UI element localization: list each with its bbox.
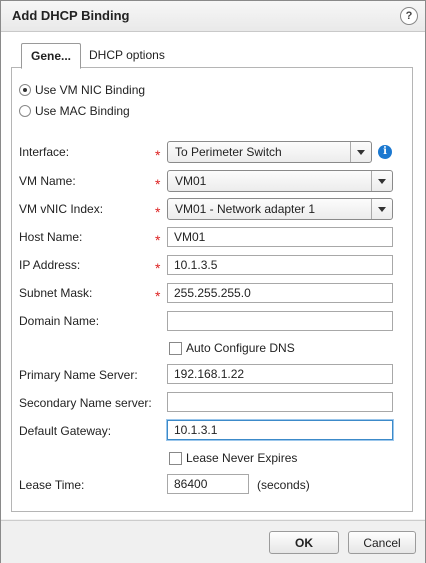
primary-name-server-input[interactable]: 192.168.1.22 (167, 364, 393, 384)
auto-configure-dns-label[interactable]: Auto Configure DNS (186, 341, 295, 355)
cancel-button[interactable]: Cancel (348, 531, 416, 554)
subnet-mask-required-marker: * (155, 288, 161, 304)
lease-never-expires-label[interactable]: Lease Never Expires (186, 451, 297, 465)
ip-address-required-marker: * (155, 260, 161, 276)
lease-never-expires-checkbox[interactable] (169, 452, 182, 465)
vm-name-select[interactable]: VM01 (167, 170, 393, 192)
vm-name-select-value: VM01 (175, 174, 207, 188)
ip-address-input[interactable]: 10.1.3.5 (167, 255, 393, 275)
domain-name-input[interactable] (167, 311, 393, 331)
use-mac-binding-label[interactable]: Use MAC Binding (35, 104, 130, 118)
vm-name-label: VM Name: (19, 174, 76, 188)
vm-vnic-index-select-value: VM01 - Network adapter 1 (175, 202, 316, 216)
primary-name-server-label: Primary Name Server: (19, 368, 138, 382)
vm-vnic-index-label: VM vNIC Index: (19, 202, 104, 216)
default-gateway-input[interactable]: 10.1.3.1 (167, 420, 393, 440)
secondary-name-server-label: Secondary Name server: (19, 396, 152, 410)
chevron-down-icon[interactable] (371, 199, 392, 219)
subnet-mask-input[interactable]: 255.255.255.0 (167, 283, 393, 303)
ok-button[interactable]: OK (269, 531, 339, 554)
vm-vnic-index-required-marker: * (155, 204, 161, 220)
use-vm-nic-binding-label[interactable]: Use VM NIC Binding (35, 83, 145, 97)
secondary-name-server-input[interactable] (167, 392, 393, 412)
auto-configure-dns-checkbox[interactable] (169, 342, 182, 355)
vm-name-required-marker: * (155, 176, 161, 192)
domain-name-label: Domain Name: (19, 314, 100, 328)
interface-select-value: To Perimeter Switch (175, 145, 282, 159)
default-gateway-label: Default Gateway: (19, 424, 112, 438)
ip-address-label: IP Address: (19, 258, 81, 272)
add-dhcp-binding-dialog: Add DHCP Binding ? Gene... DHCP options … (0, 0, 426, 563)
chevron-down-icon[interactable] (371, 171, 392, 191)
host-name-required-marker: * (155, 232, 161, 248)
chevron-down-icon[interactable] (350, 142, 371, 162)
host-name-label: Host Name: (19, 230, 83, 244)
lease-time-unit: (seconds) (257, 478, 310, 492)
info-icon[interactable]: i (378, 145, 392, 159)
lease-time-input[interactable]: 86400 (167, 474, 249, 494)
lease-time-label: Lease Time: (19, 478, 85, 492)
subnet-mask-label: Subnet Mask: (19, 286, 93, 300)
interface-select[interactable]: To Perimeter Switch (167, 141, 372, 163)
interface-required-marker: * (155, 147, 161, 163)
form-layer: Use VM NIC Binding Use MAC Binding Inter… (1, 1, 425, 520)
interface-label: Interface: (19, 145, 70, 159)
dialog-footer: OK Cancel (1, 520, 425, 563)
use-vm-nic-binding-radio[interactable] (19, 84, 31, 96)
vm-vnic-index-select[interactable]: VM01 - Network adapter 1 (167, 198, 393, 220)
use-mac-binding-radio[interactable] (19, 105, 31, 117)
host-name-input[interactable]: VM01 (167, 227, 393, 247)
